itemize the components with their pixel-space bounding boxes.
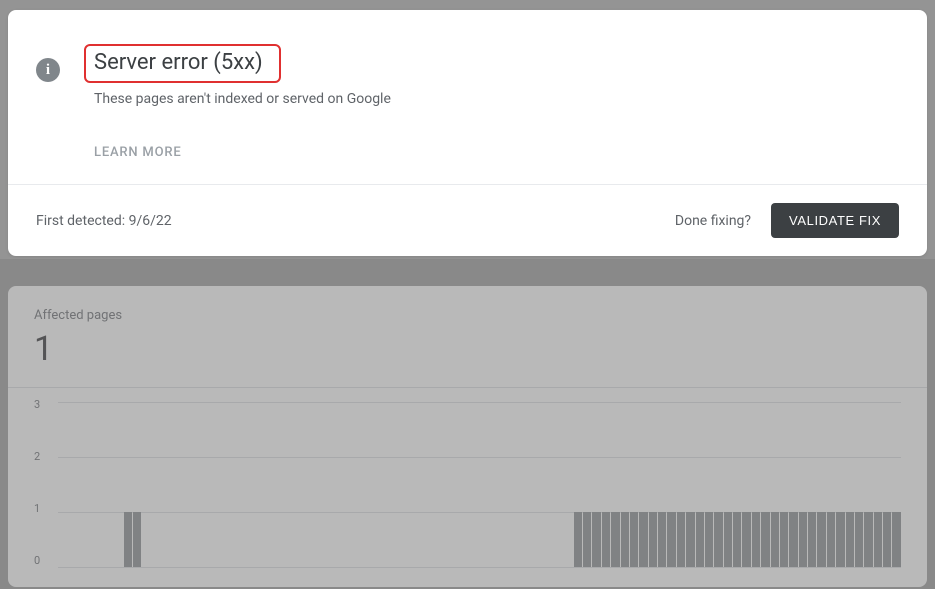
bar — [714, 512, 722, 567]
issue-card: i Server error (5xx) These pages aren't … — [8, 10, 927, 256]
bar — [771, 512, 779, 567]
y-tick: 0 — [34, 554, 54, 567]
bar — [817, 512, 825, 567]
bar — [892, 512, 900, 567]
card-header: i Server error (5xx) These pages aren't … — [8, 10, 927, 184]
bar — [724, 512, 732, 567]
actions: Done fixing? VALIDATE FIX — [675, 203, 899, 238]
info-icon: i — [36, 58, 60, 82]
bars — [58, 402, 901, 567]
bar — [742, 512, 750, 567]
bar — [592, 512, 600, 567]
bar — [583, 512, 591, 567]
bar — [649, 512, 657, 567]
bar — [667, 512, 675, 567]
bar — [733, 512, 741, 567]
bar — [827, 512, 835, 567]
first-detected-date: 9/6/22 — [129, 213, 172, 229]
y-tick: 2 — [34, 450, 54, 463]
bar — [611, 512, 619, 567]
bar — [846, 512, 854, 567]
bar — [602, 512, 610, 567]
bar — [124, 512, 132, 567]
y-axis: 3 2 1 0 — [34, 398, 54, 567]
title-wrap: Server error (5xx) These pages aren't in… — [94, 52, 899, 160]
validate-fix-button[interactable]: VALIDATE FIX — [771, 203, 899, 238]
bar — [864, 512, 872, 567]
gridline — [58, 567, 901, 568]
plot — [58, 402, 901, 567]
bar — [780, 512, 788, 567]
bar — [677, 512, 685, 567]
first-detected-label: First detected: — [36, 213, 129, 229]
bar — [752, 512, 760, 567]
bar — [696, 512, 704, 567]
bar — [799, 512, 807, 567]
card-footer: First detected: 9/6/22 Done fixing? VALI… — [8, 184, 927, 256]
bar — [639, 512, 647, 567]
first-detected: First detected: 9/6/22 — [36, 213, 172, 229]
bar — [621, 512, 629, 567]
bar — [574, 512, 582, 567]
chart-area: 3 2 1 0 — [8, 387, 927, 587]
bar — [808, 512, 816, 567]
chart-label: Affected pages — [8, 308, 927, 323]
bar — [789, 512, 797, 567]
learn-more-link[interactable]: LEARN MORE — [94, 145, 899, 160]
bar — [133, 512, 141, 567]
bar — [836, 512, 844, 567]
chart-card: Affected pages 1 3 2 1 0 — [8, 286, 927, 587]
bar — [761, 512, 769, 567]
bar — [855, 512, 863, 567]
bar — [658, 512, 666, 567]
y-tick: 1 — [34, 502, 54, 515]
bar — [705, 512, 713, 567]
bar — [686, 512, 694, 567]
chart-value: 1 — [8, 329, 927, 369]
issue-title: Server error (5xx) — [84, 44, 281, 83]
bar — [883, 512, 891, 567]
y-tick: 3 — [34, 398, 54, 411]
bar — [630, 512, 638, 567]
bar — [874, 512, 882, 567]
issue-subtitle: These pages aren't indexed or served on … — [94, 91, 899, 107]
done-fixing-text: Done fixing? — [675, 213, 751, 229]
